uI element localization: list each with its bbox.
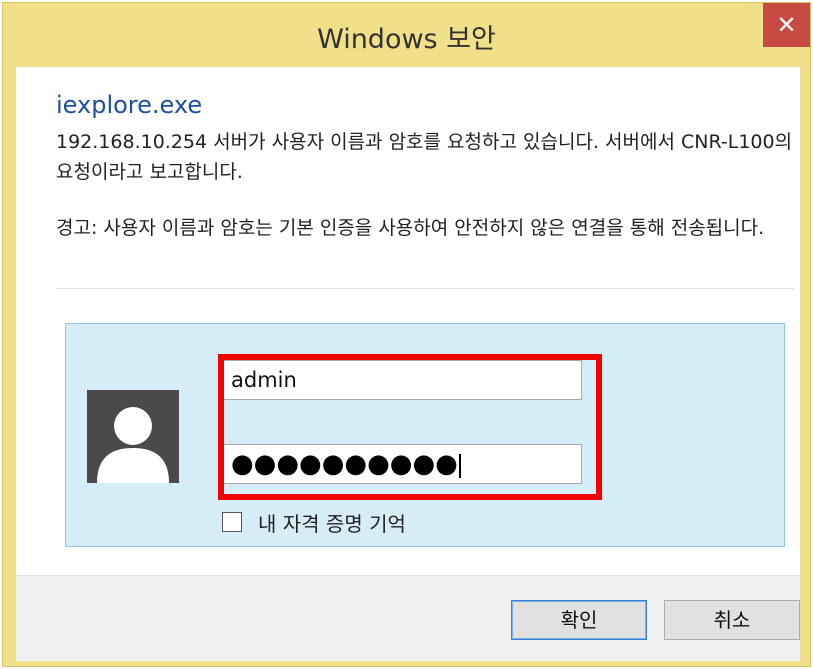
remember-label: 내 자격 증명 기억 (258, 511, 406, 536)
remember-credentials[interactable]: 내 자격 증명 기억 (222, 510, 406, 536)
cancel-button[interactable]: 취소 (664, 600, 800, 640)
security-dialog: Windows 보안 ✕ iexplore.exe 192.168.10.254… (2, 2, 811, 667)
highlight-annotation (218, 354, 602, 500)
warning-message: 경고: 사용자 이름과 암호는 기본 인증을 사용하여 안전하지 않은 연결을 … (56, 217, 765, 239)
window-title: Windows 보안 (317, 24, 496, 55)
app-name: iexplore.exe (56, 91, 203, 119)
ok-button[interactable]: 확인 (511, 600, 647, 640)
close-button[interactable]: ✕ (763, 3, 810, 47)
request-message: 192.168.10.254 서버가 사용자 이름과 암호를 요청하고 있습니다… (56, 131, 793, 183)
user-silhouette-icon (87, 390, 179, 483)
close-icon: ✕ (776, 11, 797, 39)
remember-checkbox[interactable] (222, 512, 242, 532)
credential-panel: admin ●●●●●●●●●● 내 자격 증명 기억 (65, 323, 785, 547)
separator (56, 288, 794, 289)
dialog-body: iexplore.exe 192.168.10.254 서버가 사용자 이름과 … (16, 67, 800, 661)
button-bar: 확인 취소 (16, 575, 800, 661)
title-bar[interactable]: Windows 보안 ✕ (3, 3, 810, 67)
